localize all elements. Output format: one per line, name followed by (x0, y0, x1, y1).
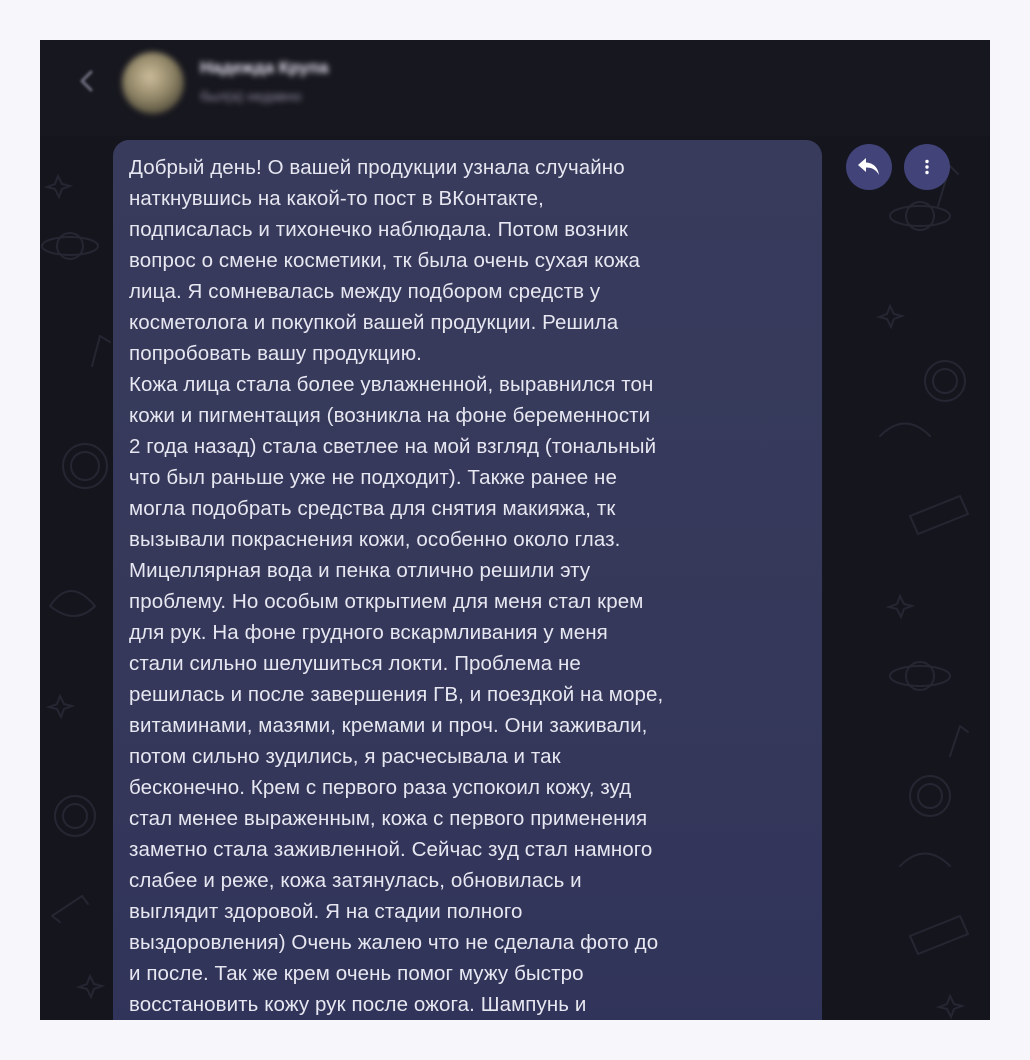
message-line: могла подобрать средства для снятия маки… (129, 497, 616, 520)
message-line: и после. Так же крем очень помог мужу бы… (129, 962, 584, 985)
message-line: Кожа лица стала более увлажненной, вырав… (129, 373, 654, 396)
message-line: кожи и пигментация (возникла на фоне бер… (129, 404, 651, 427)
reply-arrow-icon (858, 158, 879, 175)
vertical-dots-icon (925, 159, 929, 175)
contact-name[interactable]: Надежда Крупа (200, 58, 329, 78)
message-line: выздоровления) Очень жалею что не сделал… (129, 931, 659, 954)
message-line: выглядит здоровой. Я на стадии полного (129, 900, 523, 923)
message-line: вызывали покраснения кожи, особенно окол… (129, 528, 621, 551)
message-line: стали сильно шелушиться локти. Проблема … (129, 652, 581, 675)
more-options-button[interactable] (904, 144, 950, 190)
message-line: подписалась и тихонечко наблюдала. Потом… (129, 218, 628, 241)
message-line: что был раньше уже не подходит). Также р… (129, 466, 617, 489)
message-line: наткнувшись на какой-то пост в ВКонтакте… (129, 187, 544, 210)
message-line: косметолога и покупкой вашей продукции. … (129, 311, 619, 334)
chevron-left-icon (80, 70, 93, 92)
message-line: лица. Я сомневалась между подбором средс… (129, 280, 601, 303)
contact-status: был(а) недавно (200, 88, 302, 104)
message-text: Добрый день! О вашей продукции узнала сл… (129, 152, 806, 1020)
message-line: потом сильно зудились, я расчесывала и т… (129, 745, 561, 768)
message-line: Мицеллярная вода и пенка отлично решили … (129, 559, 591, 582)
message-line: вопрос о смене косметики, тк была очень … (129, 249, 641, 272)
message-bubble[interactable]: Добрый день! О вашей продукции узнала сл… (113, 140, 822, 1020)
message-line: слабее и реже, кожа затянулась, обновила… (129, 869, 582, 892)
message-line: проблему. Но особым открытием для меня с… (129, 590, 644, 613)
message-line: Добрый день! О вашей продукции узнала сл… (129, 156, 625, 179)
message-line: восстановить кожу рук после ожога. Шампу… (129, 993, 587, 1016)
message-line: стал менее выраженным, кожа с первого пр… (129, 807, 648, 830)
back-button[interactable] (70, 64, 104, 98)
message-line: витаминами, мазями, кремами и проч. Они … (129, 714, 648, 737)
message-line: 2 года назад) стала светлее на мой взгля… (129, 435, 657, 458)
message-line: бесконечно. Крем с первого раза успокоил… (129, 776, 632, 799)
reply-button[interactable] (846, 144, 892, 190)
message-line: для рук. На фоне грудного вскармливания … (129, 621, 608, 644)
chat-header: Надежда Крупа был(а) недавно (40, 40, 990, 136)
chat-window: Надежда Крупа был(а) недавно Добрый день… (40, 40, 990, 1020)
avatar[interactable] (122, 52, 184, 114)
message-line: решилась и после завершения ГВ, и поездк… (129, 683, 664, 706)
message-line: попробовать вашу продукцию. (129, 342, 422, 365)
message-line: заметно стала заживленной. Сейчас зуд ст… (129, 838, 653, 861)
